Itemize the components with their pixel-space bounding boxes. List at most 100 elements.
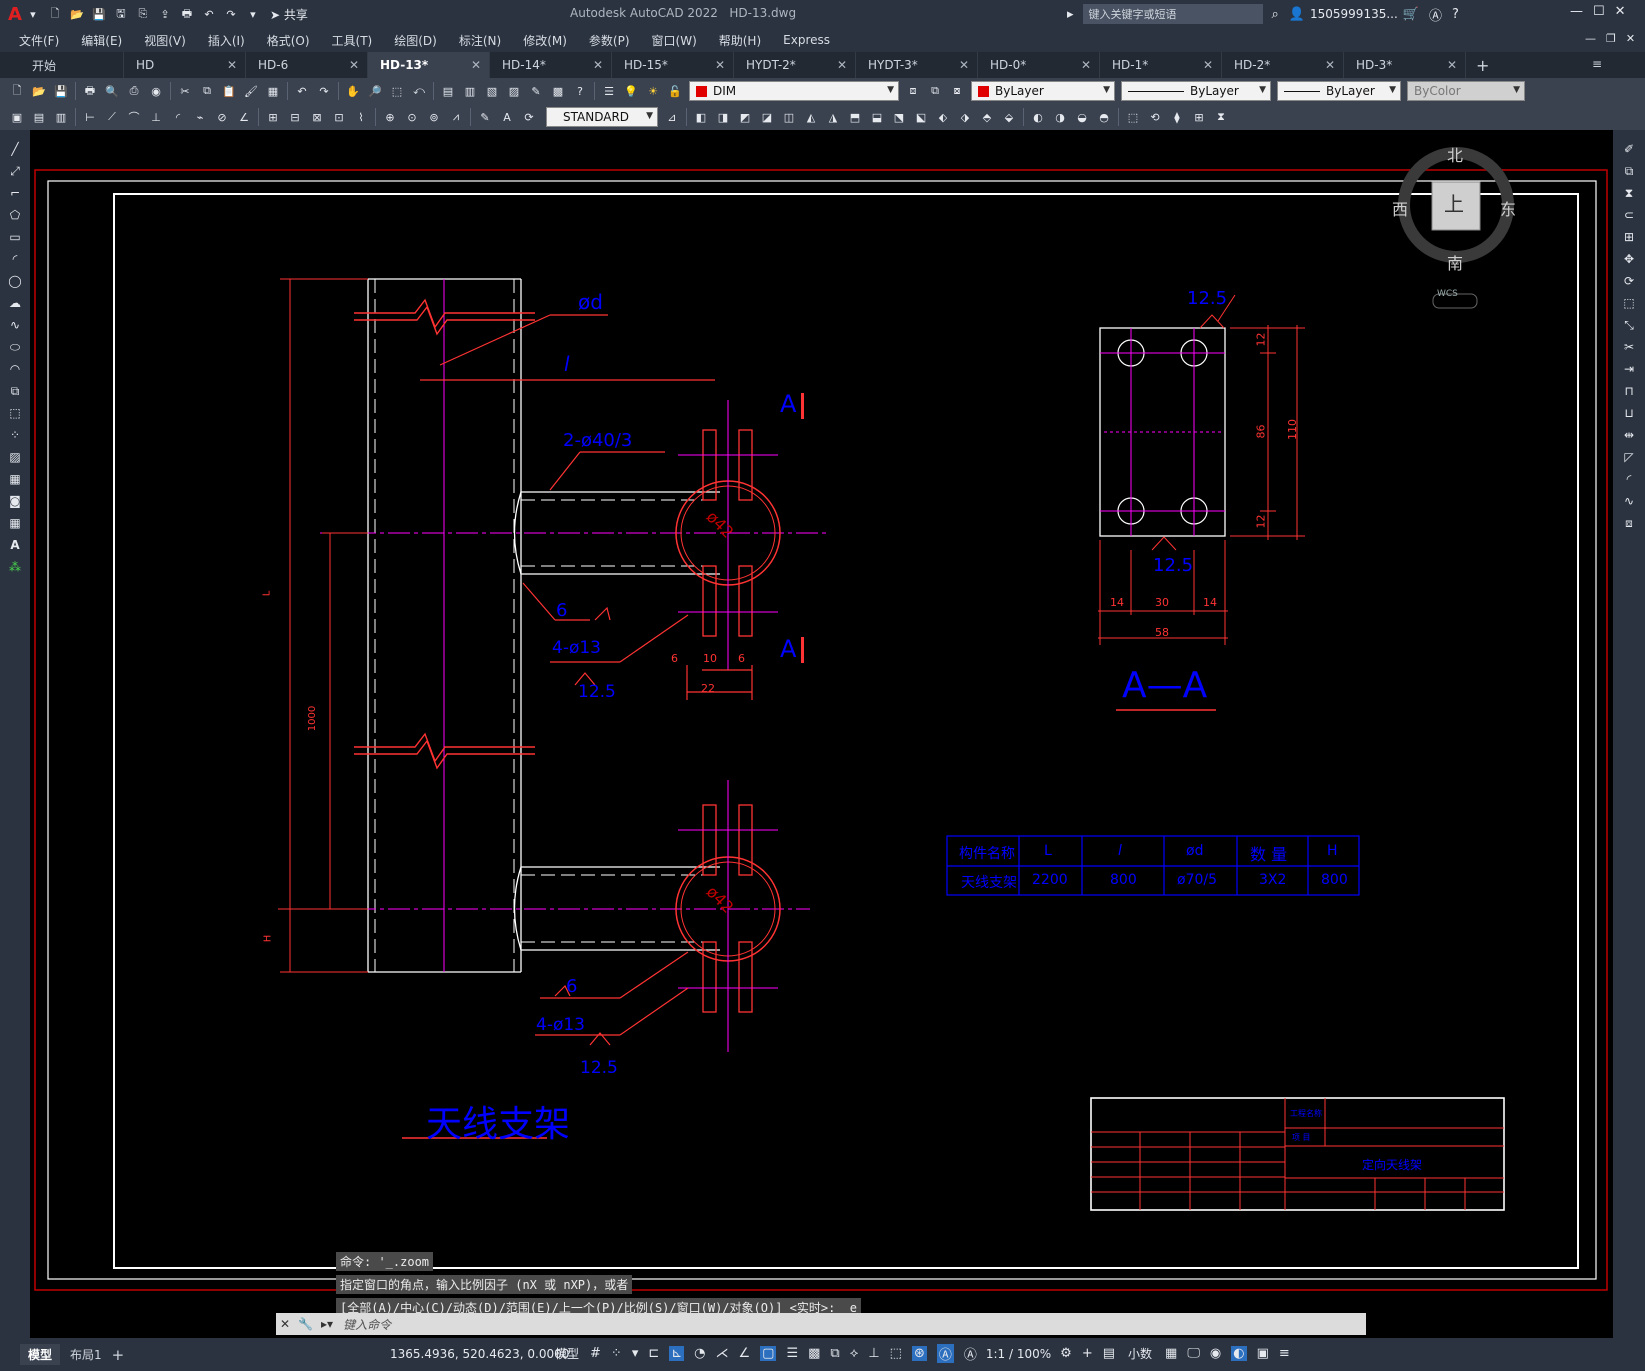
save-icon[interactable]: 💾 — [90, 5, 108, 23]
save-icon[interactable]: 💾 — [52, 82, 70, 100]
cone-icon[interactable]: ◩ — [736, 108, 754, 126]
redo-icon[interactable]: ↷ — [222, 5, 240, 23]
thicken-icon[interactable]: ◑ — [1051, 108, 1069, 126]
tab-close-icon[interactable]: ✕ — [1203, 58, 1213, 72]
tab-close-icon[interactable]: ✕ — [471, 58, 481, 72]
snap-icon[interactable]: ⁘ — [611, 1346, 622, 1361]
scale-icon[interactable]: ⬚ — [1619, 293, 1639, 313]
new-tab-icon[interactable]: + — [1476, 56, 1489, 75]
add-selected-icon[interactable]: ⁂ — [5, 557, 25, 577]
view-cube[interactable] — [1398, 147, 1514, 309]
3d-array-icon[interactable]: ⊞ — [1190, 108, 1208, 126]
search-icon[interactable]: ⌕ — [1272, 7, 1279, 22]
new-file-icon[interactable]: 🗋 — [46, 5, 64, 23]
copy-object-icon[interactable]: ⧉ — [1619, 161, 1639, 181]
dimension-break-icon[interactable]: ⌇ — [352, 108, 370, 126]
tab-hd[interactable]: HD ✕ — [124, 52, 246, 78]
menu-parametric[interactable]: 参数(P) — [578, 32, 641, 49]
3d-mirror-icon[interactable]: ⧗ — [1212, 108, 1230, 126]
layer-state-icon[interactable]: ⧇ — [948, 82, 966, 100]
annotation-visibility-icon[interactable]: Ⓐ — [936, 1344, 954, 1363]
wcs-menu[interactable]: WCS — [1437, 289, 1458, 299]
chamfer-icon[interactable]: ◸ — [1619, 447, 1639, 467]
zoom-realtime-icon[interactable]: 🔎 — [366, 82, 384, 100]
tolerance-icon[interactable]: ⊕ — [381, 108, 399, 126]
clean-screen-icon[interactable]: ▣ — [1257, 1346, 1269, 1361]
cart-icon[interactable]: 🛒 — [1403, 7, 1419, 22]
viewcube-north[interactable]: 北 — [1447, 142, 1463, 166]
tab-close-icon[interactable]: ✕ — [1447, 58, 1457, 72]
baseline-dimension-icon[interactable]: ⊟ — [286, 108, 304, 126]
help-icon[interactable]: ? — [1452, 7, 1459, 22]
sweep-icon[interactable]: ⬔ — [890, 108, 908, 126]
menu-help[interactable]: 帮助(H) — [708, 32, 772, 49]
jogged-dimension-icon[interactable]: ⌁ — [191, 108, 209, 126]
cylinder-icon[interactable]: ◨ — [714, 108, 732, 126]
layer-dropdown[interactable]: DIM ▼ — [689, 81, 899, 101]
search-expand-icon[interactable]: ▸ — [1067, 7, 1074, 22]
menu-express[interactable]: Express — [772, 33, 841, 47]
wedge-icon[interactable]: ◭ — [802, 108, 820, 126]
center-mark-icon[interactable]: ⊙ — [403, 108, 421, 126]
tab-model[interactable]: 模型 — [20, 1344, 61, 1365]
grid-icon[interactable]: # — [590, 1346, 601, 1361]
autodesk-app-icon[interactable]: Ⓐ — [1429, 5, 1442, 24]
tab-hd-6[interactable]: HD-6 ✕ — [246, 52, 368, 78]
object-snap-tracking-icon[interactable]: ∠ — [739, 1346, 751, 1361]
zoom-window-icon[interactable]: ⬚ — [388, 82, 406, 100]
dimension-update-icon[interactable]: ⟳ — [520, 108, 538, 126]
search-input[interactable]: 键入关键字或短语 — [1082, 4, 1263, 24]
dynamic-ucs-icon[interactable]: ⊥ — [868, 1346, 879, 1361]
torus-icon[interactable]: ◫ — [780, 108, 798, 126]
quick-dimension-icon[interactable]: ⊞ — [264, 108, 282, 126]
multiline-text-icon[interactable]: A — [5, 535, 25, 555]
undo-icon[interactable]: ↶ — [293, 82, 311, 100]
dimension-style-icon[interactable]: ⊿ — [663, 108, 681, 126]
isolate-objects-icon[interactable]: ◉ — [1210, 1346, 1221, 1361]
menu-format[interactable]: 格式(O) — [256, 32, 321, 49]
tab-hd-1[interactable]: HD-1* ✕ — [1100, 52, 1222, 78]
extend-icon[interactable]: ⇥ — [1619, 359, 1639, 379]
polar-icon[interactable]: ◔ — [694, 1346, 705, 1361]
layer-previous-icon[interactable]: ⧉ — [926, 82, 944, 100]
menu-edit[interactable]: 编辑(E) — [70, 32, 133, 49]
break-at-point-icon[interactable]: ⊓ — [1619, 381, 1639, 401]
transparency-icon[interactable]: ▩ — [808, 1346, 820, 1361]
doc-close-icon[interactable]: ✕ — [1626, 32, 1635, 45]
layers-icon[interactable]: ▥ — [52, 108, 70, 126]
array-icon[interactable]: ⊞ — [1619, 227, 1639, 247]
menu-insert[interactable]: 插入(I) — [197, 32, 256, 49]
tab-close-icon[interactable]: ✕ — [1081, 58, 1091, 72]
hardware-acceleration-icon[interactable]: ◐ — [1231, 1346, 1247, 1361]
erase-icon[interactable]: ✐ — [1619, 139, 1639, 159]
pan-icon[interactable]: ✋ — [344, 82, 362, 100]
slice-icon[interactable]: ◐ — [1029, 108, 1047, 126]
object-snap-icon[interactable]: ▢ — [760, 1346, 777, 1361]
aligned-dimension-icon[interactable]: ⟋ — [103, 108, 121, 126]
point-icon[interactable]: ⁘ — [5, 425, 25, 445]
tab-hydt-2[interactable]: HYDT-2* ✕ — [734, 52, 856, 78]
auto-scale-icon[interactable]: Ⓐ — [964, 1344, 977, 1363]
dimension-style-dropdown[interactable]: STANDARD ▼ — [546, 107, 658, 127]
web-save-icon[interactable]: ⇪ — [156, 5, 174, 23]
undo-icon[interactable]: ↶ — [200, 5, 218, 23]
plotstyle-dropdown[interactable]: ByColor ▼ — [1407, 81, 1525, 101]
publish-icon[interactable]: ⎙ — [125, 82, 143, 100]
units-value[interactable]: 小数 — [1128, 1345, 1152, 1362]
diameter-dimension-icon[interactable]: ⊘ — [213, 108, 231, 126]
trim-icon[interactable]: ✂ — [1619, 337, 1639, 357]
design-center-icon[interactable]: ▥ — [461, 82, 479, 100]
dynamic-input-icon[interactable]: ⊏ — [648, 1346, 659, 1361]
tab-layout1[interactable]: 布局1 — [60, 1344, 112, 1365]
tab-close-icon[interactable]: ✕ — [227, 58, 237, 72]
layer-on-icon[interactable]: 💡 — [622, 82, 640, 100]
color-dropdown[interactable]: ByLayer ▼ — [971, 81, 1115, 101]
continue-dimension-icon[interactable]: ⊠ — [308, 108, 326, 126]
app-logo-icon[interactable]: A — [8, 4, 22, 25]
model-space-label[interactable]: 模型 — [555, 1345, 579, 1362]
app-menu-chevron-icon[interactable]: ▾ — [24, 5, 42, 23]
save-as-icon[interactable]: 🖫 — [112, 5, 130, 23]
viewcube-south[interactable]: 南 — [1447, 250, 1463, 274]
infer-constraints-icon[interactable]: ▾ — [632, 1346, 639, 1361]
paste-icon[interactable]: 📋 — [220, 82, 238, 100]
